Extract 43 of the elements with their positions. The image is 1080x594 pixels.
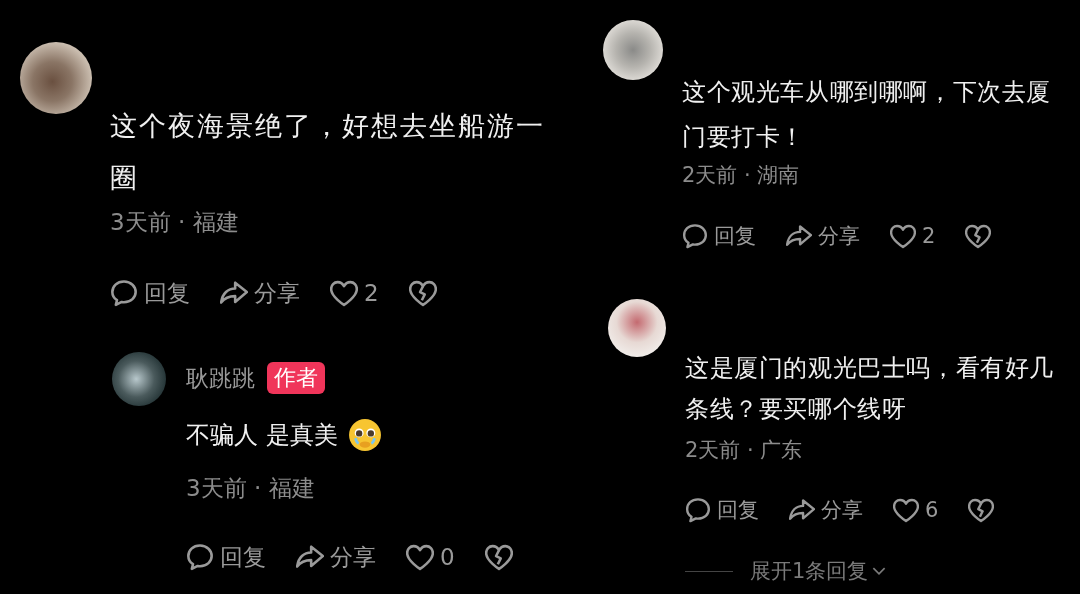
share-button[interactable]: 分享 — [821, 494, 863, 526]
heart-icon[interactable] — [893, 497, 919, 523]
comment-meta: 2天前 · 湖南 — [682, 162, 801, 189]
heart-icon[interactable] — [330, 279, 358, 307]
avatar[interactable] — [112, 352, 166, 406]
avatar[interactable] — [603, 20, 663, 80]
avatar[interactable] — [608, 299, 666, 357]
broken-heart-icon[interactable] — [408, 279, 437, 307]
broken-heart-icon[interactable] — [484, 543, 513, 571]
like-count: 6 — [925, 497, 939, 524]
reply-button[interactable]: 回复 — [717, 494, 759, 526]
like-count: 2 — [364, 279, 379, 308]
share-button[interactable]: 分享 — [818, 220, 860, 252]
share-icon[interactable] — [296, 543, 324, 571]
reply-meta: 3天前 · 福建 — [186, 474, 316, 503]
speech-bubble-icon[interactable] — [110, 279, 138, 307]
broken-heart-icon[interactable] — [968, 497, 995, 523]
like-count: 2 — [922, 223, 936, 250]
reply-text: 不骗人 是真美 — [186, 420, 338, 451]
share-icon[interactable] — [789, 497, 815, 523]
reply-button[interactable]: 回复 — [220, 541, 266, 573]
expand-replies-link[interactable]: 展开1条回复 — [750, 557, 869, 585]
speech-bubble-icon[interactable] — [685, 497, 711, 523]
comment-text: 这个观光车从哪到哪啊，下次去厦门要打卡！ — [682, 77, 1052, 153]
comment-meta: 3天前 · 福建 — [110, 208, 240, 237]
author-badge: 作者 — [267, 362, 325, 394]
share-icon[interactable] — [786, 223, 812, 249]
share-button[interactable]: 分享 — [254, 277, 300, 309]
username[interactable]: 耿跳跳 — [186, 362, 255, 394]
reply-button[interactable]: 回复 — [144, 277, 190, 309]
like-count: 0 — [440, 543, 455, 572]
broken-heart-icon[interactable] — [965, 223, 992, 249]
reply-button[interactable]: 回复 — [714, 220, 756, 252]
share-icon[interactable] — [220, 279, 248, 307]
speech-bubble-icon[interactable] — [186, 543, 214, 571]
heart-icon[interactable] — [890, 223, 916, 249]
comment-text: 这个夜海景绝了，好想去坐船游一圈 — [110, 109, 546, 195]
comment-text: 这是厦门的观光巴士吗，看有好几条线？要买哪个线呀 — [685, 353, 1055, 425]
chevron-down-icon[interactable] — [872, 566, 887, 576]
heart-icon[interactable] — [406, 543, 434, 571]
speech-bubble-icon[interactable] — [682, 223, 708, 249]
comment-meta: 2天前 · 广东 — [685, 437, 804, 464]
share-button[interactable]: 分享 — [330, 541, 376, 573]
